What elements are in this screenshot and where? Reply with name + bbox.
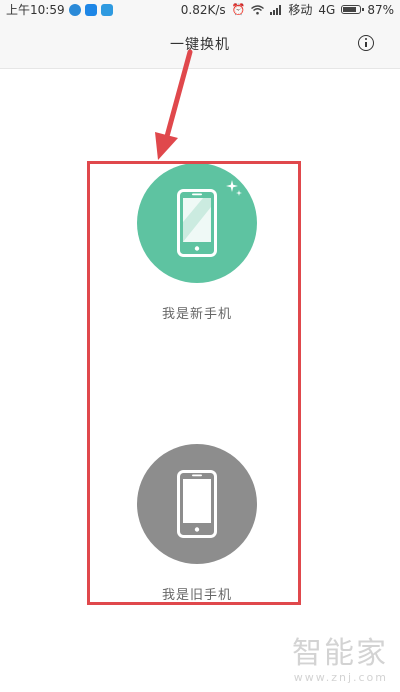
watermark-logo: 智能家 — [292, 636, 388, 671]
watermark: 智能家 www.znj.com — [292, 636, 388, 685]
annotation-arrow-icon — [155, 49, 193, 160]
watermark-url: www.znj.com — [293, 671, 388, 684]
